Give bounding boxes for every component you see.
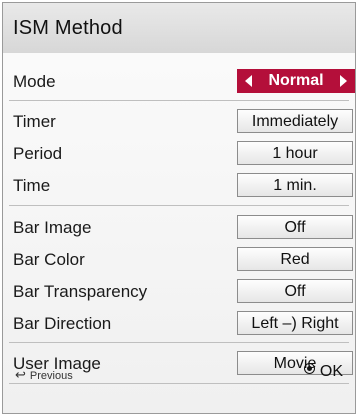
- divider: [9, 342, 349, 343]
- previous-label: Previous: [29, 370, 73, 382]
- bar-transparency-value-button[interactable]: Off: [237, 279, 353, 303]
- ism-method-dialog: ISM Method Mode Normal Timer Immediately…: [2, 2, 356, 414]
- ok-button[interactable]: OK: [303, 363, 343, 381]
- period-label: Period: [13, 144, 63, 163]
- previous-button[interactable]: ↩ Previous: [15, 367, 73, 383]
- time-value-button[interactable]: 1 min.: [237, 173, 353, 197]
- mode-value: Normal: [268, 72, 324, 89]
- bar-direction-row[interactable]: Bar Direction Left –) Right: [11, 311, 353, 337]
- divider: [9, 383, 349, 384]
- mode-row[interactable]: Mode Normal: [11, 69, 355, 95]
- settings-panel: Mode Normal Timer Immediately Period 1 h…: [3, 53, 355, 413]
- title-bar: ISM Method: [3, 3, 355, 54]
- bar-transparency-label: Bar Transparency: [13, 282, 148, 301]
- ok-label: OK: [319, 363, 343, 380]
- mode-selector[interactable]: Normal: [237, 69, 355, 93]
- timer-row[interactable]: Timer Immediately: [11, 109, 353, 135]
- bar-color-label: Bar Color: [13, 250, 85, 269]
- mode-label: Mode: [13, 72, 56, 91]
- divider: [9, 205, 349, 206]
- bar-direction-label: Bar Direction: [13, 314, 112, 333]
- bar-direction-value-button[interactable]: Left –) Right: [237, 311, 353, 335]
- divider: [9, 100, 349, 101]
- bar-image-value-button[interactable]: Off: [237, 215, 353, 239]
- time-label: Time: [13, 176, 51, 195]
- bar-color-value-button[interactable]: Red: [237, 247, 353, 271]
- triangle-right-icon[interactable]: [340, 75, 347, 87]
- return-arrow-icon: ↩: [15, 367, 26, 382]
- bar-color-row[interactable]: Bar Color Red: [11, 247, 353, 273]
- timer-label: Timer: [13, 112, 56, 131]
- bar-image-row[interactable]: Bar Image Off: [11, 215, 353, 241]
- period-row[interactable]: Period 1 hour: [11, 141, 353, 167]
- period-value-button[interactable]: 1 hour: [237, 141, 353, 165]
- timer-value-button[interactable]: Immediately: [237, 109, 353, 133]
- bar-image-label: Bar Image: [13, 218, 92, 237]
- page-title: ISM Method: [13, 17, 123, 39]
- time-row[interactable]: Time 1 min.: [11, 173, 353, 199]
- ok-button-icon: [303, 363, 315, 374]
- bar-transparency-row[interactable]: Bar Transparency Off: [11, 279, 353, 305]
